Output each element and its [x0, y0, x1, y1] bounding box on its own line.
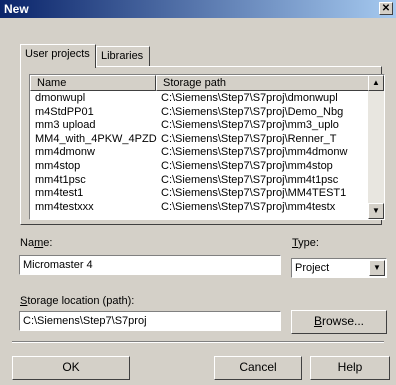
tab-user-projects[interactable]: User projects: [20, 44, 96, 68]
window-title: New: [4, 2, 29, 16]
project-name: mm4dmonw: [35, 146, 95, 159]
arrow-down-icon: ▼: [372, 206, 380, 215]
project-storage-path: C:\Siemens\Step7\S7proj\Renner_T: [161, 132, 337, 145]
browse-button[interactable]: Browse...: [291, 310, 387, 334]
project-storage-path: C:\Siemens\Step7\S7proj\mm4stop: [161, 160, 333, 172]
project-list[interactable]: Name Storage path dmonwupl C:\Siemens\Ste…: [29, 74, 385, 220]
name-input[interactable]: Micromaster 4: [19, 255, 281, 275]
scroll-up-button[interactable]: ▲: [368, 75, 384, 91]
separator: [12, 341, 384, 343]
project-storage-path: C:\Siemens\Step7\S7proj\mm4testx: [161, 200, 336, 213]
list-item[interactable]: mm4t1psc C:\Siemens\Step7\S7proj\mm4t1psc: [30, 174, 368, 187]
type-select-value: Project: [295, 262, 330, 274]
tab-libraries[interactable]: Libraries: [96, 46, 150, 66]
type-label: Type:: [292, 237, 319, 249]
project-name: dmonwupl: [35, 92, 86, 104]
tab-label: User projects: [25, 48, 90, 60]
close-button[interactable]: ✕: [379, 2, 393, 15]
type-select[interactable]: Project ▼: [291, 258, 387, 278]
list-item[interactable]: mm4test1 C:\Siemens\Step7\S7proj\MM4TEST1: [30, 187, 368, 200]
list-item[interactable]: mm4stop C:\Siemens\Step7\S7proj\mm4stop: [30, 160, 368, 173]
list-item[interactable]: mm3 upload C:\Siemens\Step7\S7proj\mm3_up…: [30, 119, 368, 132]
list-item[interactable]: MM4_with_4PKW_4PZD C:\Siemens\Step7\S7pro…: [30, 133, 368, 146]
column-header-name[interactable]: Name: [30, 75, 156, 91]
project-storage-path: C:\Siemens\Step7\S7proj\MM4TEST1: [161, 187, 347, 200]
list-item[interactable]: dmonwupl C:\Siemens\Step7\S7proj\dmonwupl: [30, 92, 368, 105]
storage-location-input[interactable]: C:\Siemens\Step7\S7proj: [19, 311, 281, 331]
project-name: MM4_with_4PKW_4PZD: [35, 132, 157, 145]
ok-button[interactable]: OK: [12, 356, 130, 380]
list-item[interactable]: mm4testxxx C:\Siemens\Step7\S7proj\mm4tes…: [30, 201, 368, 214]
help-button[interactable]: Help: [310, 356, 390, 380]
project-name: mm4stop: [35, 160, 81, 172]
title-bar: [0, 0, 396, 18]
list-item[interactable]: m4StdPP01 C:\Siemens\Step7\S7proj\Demo_Nb…: [30, 106, 368, 119]
project-storage-path: C:\Siemens\Step7\S7proj\mm4dmonw: [161, 146, 348, 159]
project-storage-path: C:\Siemens\Step7\S7proj\mm3_uplo: [161, 119, 339, 132]
project-name: mm4t1psc: [35, 173, 86, 186]
storage-location-label: Storage location (path):: [20, 295, 135, 307]
project-storage-path: C:\Siemens\Step7\S7proj\mm4t1psc: [161, 173, 339, 186]
chevron-down-icon: ▼: [373, 263, 381, 272]
column-header-storage-path[interactable]: Storage path: [156, 75, 369, 91]
tab-label: Libraries: [101, 50, 144, 62]
project-name: m4StdPP01: [35, 105, 94, 118]
project-storage-path: C:\Siemens\Step7\S7proj\dmonwupl: [161, 92, 338, 104]
cancel-button[interactable]: Cancel: [214, 356, 302, 380]
name-label: Name:: [20, 237, 53, 249]
project-name: mm4testxxx: [35, 200, 94, 213]
project-name: mm3 upload: [35, 119, 96, 132]
project-storage-path: C:\Siemens\Step7\S7proj\Demo_Nbg: [161, 105, 344, 118]
arrow-up-icon: ▲: [372, 78, 380, 87]
vertical-scrollbar[interactable]: ▲ ▼: [368, 75, 384, 219]
close-icon: ✕: [381, 3, 391, 14]
dropdown-button[interactable]: ▼: [369, 260, 385, 276]
list-item[interactable]: mm4dmonw C:\Siemens\Step7\S7proj\mm4dmonw: [30, 146, 368, 159]
scroll-down-button[interactable]: ▼: [368, 203, 384, 219]
project-name: mm4test1: [35, 187, 84, 200]
